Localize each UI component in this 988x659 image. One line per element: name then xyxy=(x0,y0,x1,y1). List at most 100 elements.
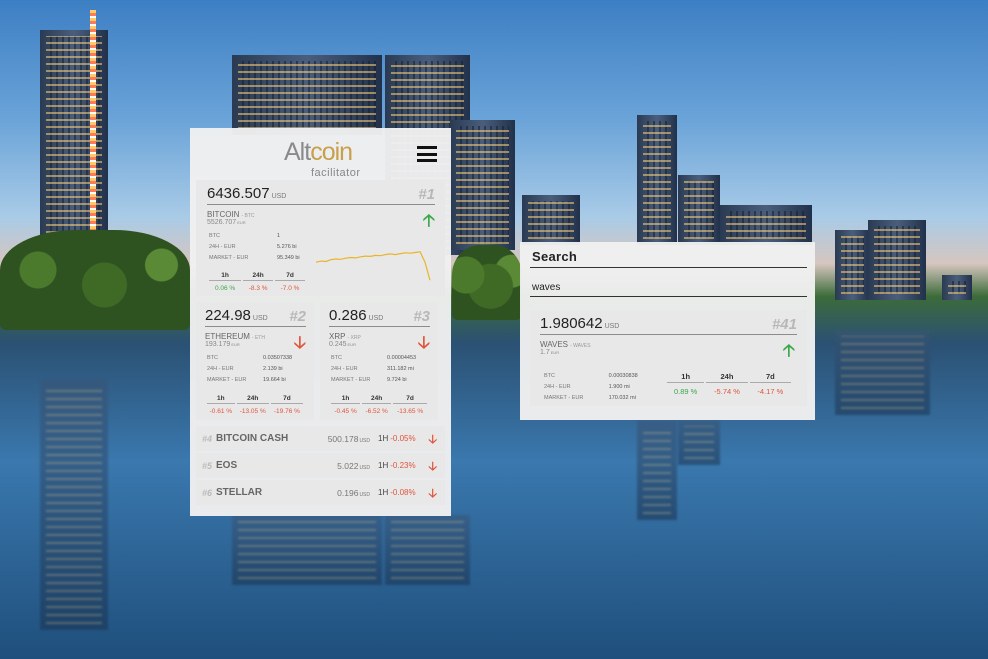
logo-text-coin: coin xyxy=(310,138,353,166)
coin-name-text: BITCOIN xyxy=(207,210,240,219)
perf-value-24h: -5.74 % xyxy=(714,387,740,396)
divider xyxy=(207,204,435,205)
skyscraper xyxy=(720,205,812,245)
perf-label-7d: 7d xyxy=(749,372,791,383)
perf-value-1h: 0.89 % xyxy=(673,387,698,396)
perf-label-7d: 7d xyxy=(270,395,303,404)
stat-value: 2.139 bi xyxy=(263,366,283,372)
change-value: -0.05% xyxy=(390,434,416,443)
coin-name: ETHEREUM - ETH xyxy=(205,332,306,341)
eur-price-value: 1.7 xyxy=(540,349,550,356)
stat-label: BTC xyxy=(209,233,220,239)
coin-stats: BTC 1 24H - EUR 5.276 bi MARKET - EUR 95.34… xyxy=(207,230,317,265)
stat-label: MARKET - EUR xyxy=(544,395,584,401)
coin-stats: BTC 0.03507338 24H - EUR 2.139 bi MARKET -… xyxy=(205,352,305,387)
price-unit: USD xyxy=(359,491,370,498)
coin-rank: #41 xyxy=(771,316,797,333)
water-reflection xyxy=(678,420,720,465)
coin-name: EOS xyxy=(216,460,238,471)
altcoin-logo[interactable]: Altcoin xyxy=(284,138,353,167)
eur-price-value: 0.245 xyxy=(329,341,347,348)
stat-value: 5.276 bi xyxy=(277,244,297,250)
change-period: 1H xyxy=(378,461,389,470)
perf-label-1h: 1h xyxy=(207,395,235,404)
price-value: 224.98 xyxy=(205,307,251,324)
perf-label-24h: 24h xyxy=(362,395,392,404)
divider xyxy=(329,326,430,327)
divider xyxy=(540,334,797,335)
perf-label-24h: 24h xyxy=(236,395,269,404)
arrow-up-icon: 🡡 xyxy=(782,341,795,360)
performance-table: 1h 24h 7d 0.89 % -5.74 % -4.17 % xyxy=(665,370,793,398)
perf-value-24h: -6.52 % xyxy=(365,408,388,415)
perf-value-7d: -4.17 % xyxy=(757,387,784,396)
sparkline-path xyxy=(315,251,431,281)
coin-rank: #4 xyxy=(202,433,213,444)
list-item[interactable]: #4 BITCOIN CASH 500.178USD 1H -0.05% 🡣 xyxy=(196,426,445,451)
price-value: 1.980642 xyxy=(540,315,603,332)
stat-value: 9.724 bi xyxy=(387,377,407,383)
list-item[interactable]: #6 STELLAR 0.196USD 1H -0.08% 🡣 xyxy=(196,480,445,505)
search-input[interactable] xyxy=(532,282,805,293)
skyscraper xyxy=(522,195,580,245)
coin-name: WAVES - WAVES xyxy=(540,340,797,349)
eur-price: 5526.707EUR xyxy=(207,219,435,226)
coin-rank: #3 xyxy=(413,308,430,325)
skyscraper xyxy=(40,30,108,260)
change-value: -0.23% xyxy=(390,461,416,470)
search-input-underline xyxy=(530,296,807,297)
performance-table: 1h 24h 7d 0.06 % -8.3 % -7.0 % xyxy=(207,270,307,294)
perf-value-24h: -8.3 % xyxy=(248,285,268,292)
arrow-down-icon: 🡣 xyxy=(428,432,437,446)
eur-price-value: 193.179 xyxy=(205,341,231,348)
stat-label: BTC xyxy=(207,355,218,361)
hamburger-menu-icon[interactable] xyxy=(417,146,437,162)
skyscraper xyxy=(868,220,926,300)
coin-price: 6436.507 USD xyxy=(207,185,435,202)
coin-list: #4 BITCOIN CASH 500.178USD 1H -0.05% 🡣 #… xyxy=(196,426,445,505)
perf-label-24h: 24h xyxy=(243,272,274,281)
price-unit: USD xyxy=(368,315,384,322)
price-unit: USD xyxy=(359,464,370,471)
water-reflection xyxy=(637,420,677,520)
price-unit: USD xyxy=(604,323,620,330)
eur-price: 0.245EUR xyxy=(329,341,430,348)
water-reflection xyxy=(835,330,930,415)
eur-unit: EUR xyxy=(347,342,356,347)
coin-price: 0.196USD xyxy=(311,488,370,498)
change-period: 1H xyxy=(378,488,389,497)
coin-card-xrp[interactable]: 0.286 USD #3 XRP - XRP 0.245EUR 🡣 BTC 0.000… xyxy=(320,302,438,420)
search-result-card[interactable]: 1.980642 USD #41 WAVES - WAVES 1.7EUR 🡡 BT… xyxy=(530,310,807,406)
change-period: 1H xyxy=(378,434,389,443)
stat-value: 170.032 mi xyxy=(608,395,636,401)
perf-value-1h: -0.61 % xyxy=(209,408,233,415)
perf-value-24h: -13.05 % xyxy=(239,408,266,415)
coin-name: BITCOIN CASH xyxy=(216,433,289,444)
divider xyxy=(205,326,306,327)
price-unit: USD xyxy=(359,437,370,444)
stat-label: BTC xyxy=(331,355,342,361)
coin-rank: #6 xyxy=(202,487,213,498)
list-item[interactable]: #5 EOS 5.022USD 1H -0.23% 🡣 xyxy=(196,453,445,478)
coin-name: BITCOIN - BTC xyxy=(207,210,435,219)
eur-price: 193.179EUR xyxy=(205,341,306,348)
stat-value: 0.00030838 xyxy=(608,373,638,379)
price-value: 0.196 xyxy=(337,487,359,498)
tree-line xyxy=(0,230,190,330)
stat-label: 24H - EUR xyxy=(544,384,571,390)
eur-price-value: 5526.707 xyxy=(207,219,237,226)
city-skyline-background xyxy=(0,0,988,659)
stat-value: 19.664 bi xyxy=(263,377,286,383)
skyscraper xyxy=(232,55,382,135)
price-value: 500.178 xyxy=(327,433,359,444)
logo-text-alt: Alt xyxy=(284,138,311,166)
coin-card-ethereum[interactable]: 224.98 USD #2 ETHEREUM - ETH 193.179EUR 🡣 … xyxy=(196,302,314,420)
coin-price: 1.980642 USD xyxy=(540,315,797,332)
coin-name: XRP - XRP xyxy=(329,332,430,341)
tower-lights xyxy=(90,10,96,260)
divider xyxy=(530,267,807,268)
coin-card-bitcoin[interactable]: 6436.507 USD #1 BITCOIN - BTC 5526.707EUR … xyxy=(196,180,445,296)
search-label: Search xyxy=(532,249,578,264)
stat-value: 1.900 mi xyxy=(608,384,630,390)
water-reflection xyxy=(40,380,108,630)
